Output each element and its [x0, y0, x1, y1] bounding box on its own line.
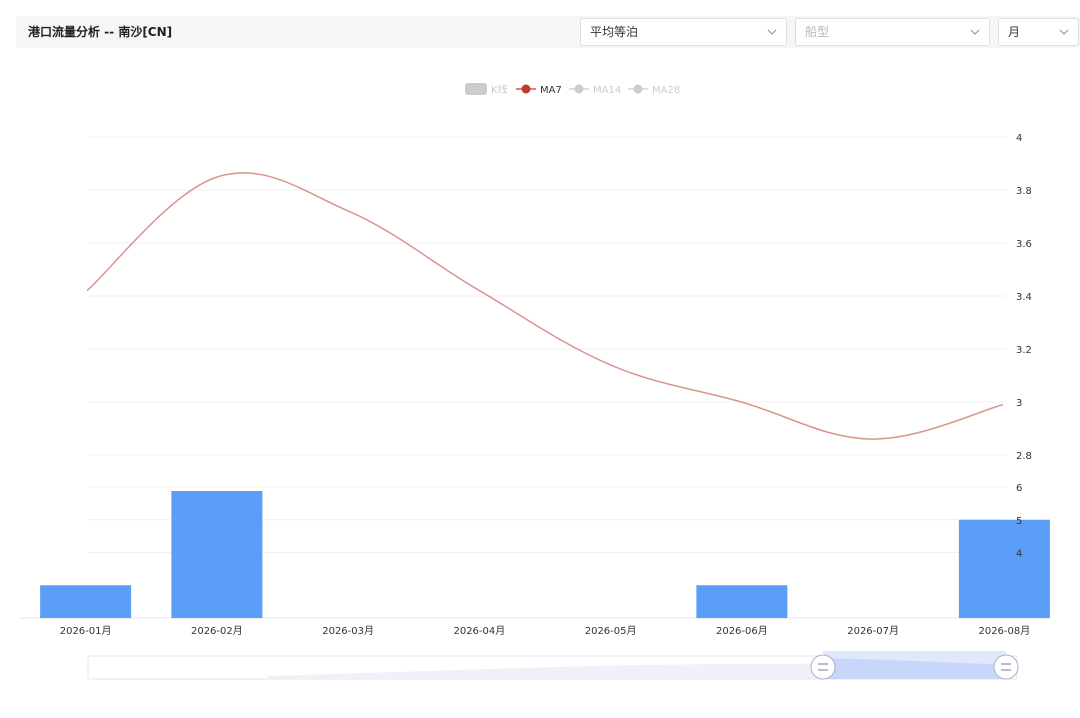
volume-bars [40, 491, 1050, 618]
legend-item-kline[interactable]: K线 [465, 83, 508, 96]
volume-bar[interactable] [40, 585, 132, 618]
y-tick-label: 3.2 [1016, 345, 1032, 356]
y-tick-label: 3 [1016, 398, 1022, 409]
kline-legend-swatch [465, 83, 487, 95]
x-tick-label: 2026-01月 [60, 625, 112, 637]
datazoom-handle-left[interactable] [810, 654, 836, 680]
x-tick-label: 2026-08月 [978, 625, 1030, 637]
ma14-legend-marker [574, 84, 584, 94]
y-tick-label: 2.8 [1016, 451, 1032, 462]
ma28-legend-marker [633, 84, 643, 94]
ma7-series-line[interactable] [86, 172, 1004, 440]
x-tick-label: 2026-05月 [585, 625, 637, 637]
legend-label-ma14: MA14 [593, 85, 621, 96]
ma7-line-layer [86, 172, 1004, 440]
x-tick-label: 2026-02月 [191, 625, 243, 637]
legend-item-ma28[interactable]: MA28 [628, 84, 680, 97]
y-tick-label: 3.8 [1016, 186, 1032, 197]
y-tick-label: 3.4 [1016, 292, 1032, 303]
legend-label-kline: K线 [491, 83, 508, 96]
x-tick-label: 2026-03月 [322, 625, 374, 637]
datazoom-handle-right[interactable] [993, 654, 1019, 680]
y-tick-label: 6 [1016, 483, 1022, 494]
legend-label-ma7: MA7 [540, 85, 562, 96]
ma7-legend-marker [521, 84, 531, 94]
volume-bar[interactable] [696, 585, 788, 618]
legend-label-ma28: MA28 [652, 85, 680, 96]
x-tick-label: 2026-07月 [847, 625, 899, 637]
y-tick-label: 4 [1016, 549, 1022, 560]
legend-item-ma7[interactable]: MA7 [516, 84, 562, 97]
chart-canvas: K线 MA7 MA14 MA28 4 3.8 3.6 3.4 3.2 3 2.8 6 5 4 20… [20, 83, 1050, 680]
x-tick-label: 2026-04月 [453, 625, 505, 637]
volume-bar[interactable] [171, 491, 263, 618]
y-tick-label: 3.6 [1016, 239, 1032, 250]
y-axis-ticks: 4 3.8 3.6 3.4 3.2 3 2.8 6 5 4 [1016, 133, 1032, 560]
datazoom-slider[interactable] [87, 651, 1019, 680]
y-tick-label: 4 [1016, 133, 1022, 144]
x-axis-ticks: 2026-01月 2026-02月 2026-03月 2026-04月 2026-05月… [60, 625, 1031, 637]
volume-bar[interactable] [958, 519, 1050, 618]
x-tick-label: 2026-06月 [716, 625, 768, 637]
legend: K线 MA7 MA14 MA28 [465, 83, 680, 96]
y-tick-label: 5 [1016, 516, 1022, 527]
legend-item-ma14[interactable]: MA14 [569, 84, 621, 97]
